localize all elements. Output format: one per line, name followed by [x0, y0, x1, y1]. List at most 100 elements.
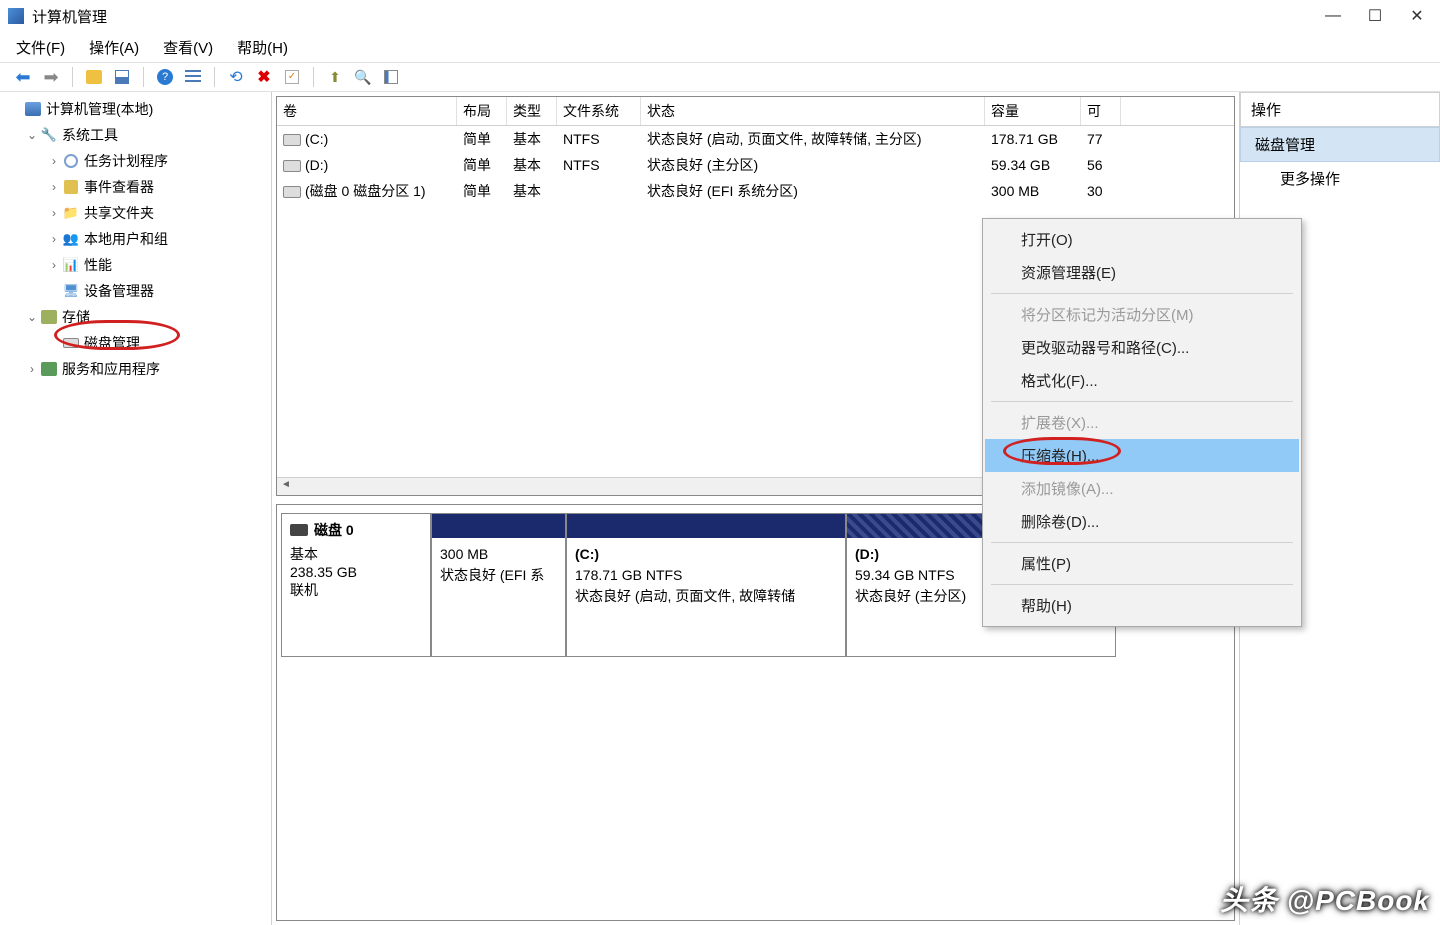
ctx-change-letter[interactable]: 更改驱动器号和路径(C)...	[985, 331, 1299, 364]
col-type[interactable]: 类型	[507, 97, 557, 125]
title-bar: 计算机管理 — ☐ ✕	[0, 0, 1440, 32]
tree-shared-folders[interactable]: ›📁共享文件夹	[0, 200, 271, 226]
ctx-mark-active: 将分区标记为活动分区(M)	[985, 298, 1299, 331]
disk-type: 基本	[290, 544, 422, 564]
drive-icon	[283, 160, 301, 172]
col-capacity[interactable]: 容量	[985, 97, 1081, 125]
cell: 300 MB	[985, 181, 1081, 201]
app-icon	[8, 8, 24, 24]
cell: 基本	[507, 127, 557, 151]
menu-file[interactable]: 文件(F)	[16, 37, 65, 58]
tree-root[interactable]: 计算机管理(本地)	[0, 96, 271, 122]
partition-status: 状态良好 (EFI 系	[440, 565, 557, 586]
forward-button[interactable]: ➡	[40, 66, 62, 88]
menu-view[interactable]: 查看(V)	[163, 37, 213, 58]
show-hide-tree-button[interactable]	[111, 66, 133, 88]
tree-device-manager[interactable]: 🖥设备管理器	[0, 278, 271, 304]
partition-efi[interactable]: 300 MB 状态良好 (EFI 系	[431, 513, 566, 657]
tree-label: 磁盘管理	[84, 333, 140, 353]
tree-task-scheduler[interactable]: ›任务计划程序	[0, 148, 271, 174]
tree-label: 性能	[84, 255, 112, 275]
ctx-help[interactable]: 帮助(H)	[985, 589, 1299, 622]
window-controls: — ☐ ✕	[1326, 9, 1432, 23]
cell: 77	[1081, 129, 1121, 149]
col-volume[interactable]: 卷	[277, 97, 457, 125]
ctx-delete[interactable]: 删除卷(D)...	[985, 505, 1299, 538]
tree-disk-management[interactable]: 磁盘管理	[0, 330, 271, 356]
cell: NTFS	[557, 129, 641, 149]
tree-label: 设备管理器	[84, 281, 154, 301]
col-layout[interactable]: 布局	[457, 97, 507, 125]
cell: (磁盘 0 磁盘分区 1)	[305, 183, 426, 199]
window-title: 计算机管理	[32, 6, 1326, 27]
partition-c[interactable]: (C:) 178.71 GB NTFS 状态良好 (启动, 页面文件, 故障转储	[566, 513, 846, 657]
cell: (D:)	[305, 157, 328, 173]
cell: 30	[1081, 181, 1121, 201]
list-view-button[interactable]	[182, 66, 204, 88]
disk-info[interactable]: 磁盘 0 基本 238.35 GB 联机	[281, 513, 431, 657]
disk-size: 238.35 GB	[290, 564, 422, 580]
ctx-open[interactable]: 打开(O)	[985, 223, 1299, 256]
tree-performance[interactable]: ›📊性能	[0, 252, 271, 278]
close-button[interactable]: ✕	[1410, 9, 1424, 23]
nav-tree: 计算机管理(本地) ⌄🔧系统工具 ›任务计划程序 ›事件查看器 ›📁共享文件夹 …	[0, 92, 272, 925]
delete-button[interactable]: ✖	[253, 66, 275, 88]
disk-icon	[290, 524, 308, 536]
toolbar-separator	[72, 67, 73, 87]
menu-help[interactable]: 帮助(H)	[237, 37, 288, 58]
actions-more[interactable]: 更多操作	[1240, 162, 1440, 195]
tree-label: 事件查看器	[84, 177, 154, 197]
ctx-format[interactable]: 格式化(F)...	[985, 364, 1299, 397]
maximize-button[interactable]: ☐	[1368, 9, 1382, 23]
cell: 178.71 GB	[985, 129, 1081, 149]
cell: 状态良好 (主分区)	[641, 153, 985, 177]
toolbar: ⬅ ➡ ? ⟲ ✖ ✓ ⬆ 🔍	[0, 62, 1440, 92]
check-button[interactable]: ✓	[281, 66, 303, 88]
partition-name: (C:)	[575, 544, 837, 565]
tree-label: 共享文件夹	[84, 203, 154, 223]
help-button[interactable]: ?	[154, 66, 176, 88]
tree-event-viewer[interactable]: ›事件查看器	[0, 174, 271, 200]
properties-button[interactable]	[380, 66, 402, 88]
cell: NTFS	[557, 155, 641, 175]
search-button[interactable]: 🔍	[352, 66, 374, 88]
tree-system-tools[interactable]: ⌄🔧系统工具	[0, 122, 271, 148]
menu-bar: 文件(F) 操作(A) 查看(V) 帮助(H)	[0, 32, 1440, 62]
cell: 状态良好 (EFI 系统分区)	[641, 179, 985, 203]
actions-group[interactable]: 磁盘管理	[1240, 127, 1440, 162]
tree-services[interactable]: ›服务和应用程序	[0, 356, 271, 382]
ctx-separator	[991, 401, 1293, 402]
ctx-properties[interactable]: 属性(P)	[985, 547, 1299, 580]
cell: 59.34 GB	[985, 155, 1081, 175]
cell: 基本	[507, 153, 557, 177]
tree-local-users[interactable]: ›👥本地用户和组	[0, 226, 271, 252]
cell: 简单	[457, 179, 507, 203]
col-status[interactable]: 状态	[641, 97, 985, 125]
export-button[interactable]: ⬆	[324, 66, 346, 88]
disk-name: 磁盘 0	[314, 520, 354, 540]
col-filesystem[interactable]: 文件系统	[557, 97, 641, 125]
minimize-button[interactable]: —	[1326, 9, 1340, 23]
refresh-button[interactable]: ⟲	[225, 66, 247, 88]
back-button[interactable]: ⬅	[12, 66, 34, 88]
tree-storage[interactable]: ⌄存储	[0, 304, 271, 330]
tree-label: 存储	[62, 307, 90, 327]
partition-status: 状态良好 (启动, 页面文件, 故障转储	[575, 586, 837, 607]
tree-root-label: 计算机管理(本地)	[46, 99, 153, 119]
table-row[interactable]: (C:) 简单 基本 NTFS 状态良好 (启动, 页面文件, 故障转储, 主分…	[277, 126, 1234, 152]
table-row[interactable]: (磁盘 0 磁盘分区 1) 简单 基本 状态良好 (EFI 系统分区) 300 …	[277, 178, 1234, 204]
ctx-add-mirror: 添加镜像(A)...	[985, 472, 1299, 505]
ctx-shrink[interactable]: 压缩卷(H)...	[985, 439, 1299, 472]
drive-icon	[283, 134, 301, 146]
cell: 状态良好 (启动, 页面文件, 故障转储, 主分区)	[641, 127, 985, 151]
cell: 简单	[457, 153, 507, 177]
ctx-separator	[991, 293, 1293, 294]
col-free[interactable]: 可	[1081, 97, 1121, 125]
cell	[557, 189, 641, 193]
table-row[interactable]: (D:) 简单 基本 NTFS 状态良好 (主分区) 59.34 GB 56	[277, 152, 1234, 178]
tree-label: 任务计划程序	[84, 151, 168, 171]
ctx-explorer[interactable]: 资源管理器(E)	[985, 256, 1299, 289]
menu-action[interactable]: 操作(A)	[89, 37, 139, 58]
toolbar-separator	[143, 67, 144, 87]
up-folder-button[interactable]	[83, 66, 105, 88]
